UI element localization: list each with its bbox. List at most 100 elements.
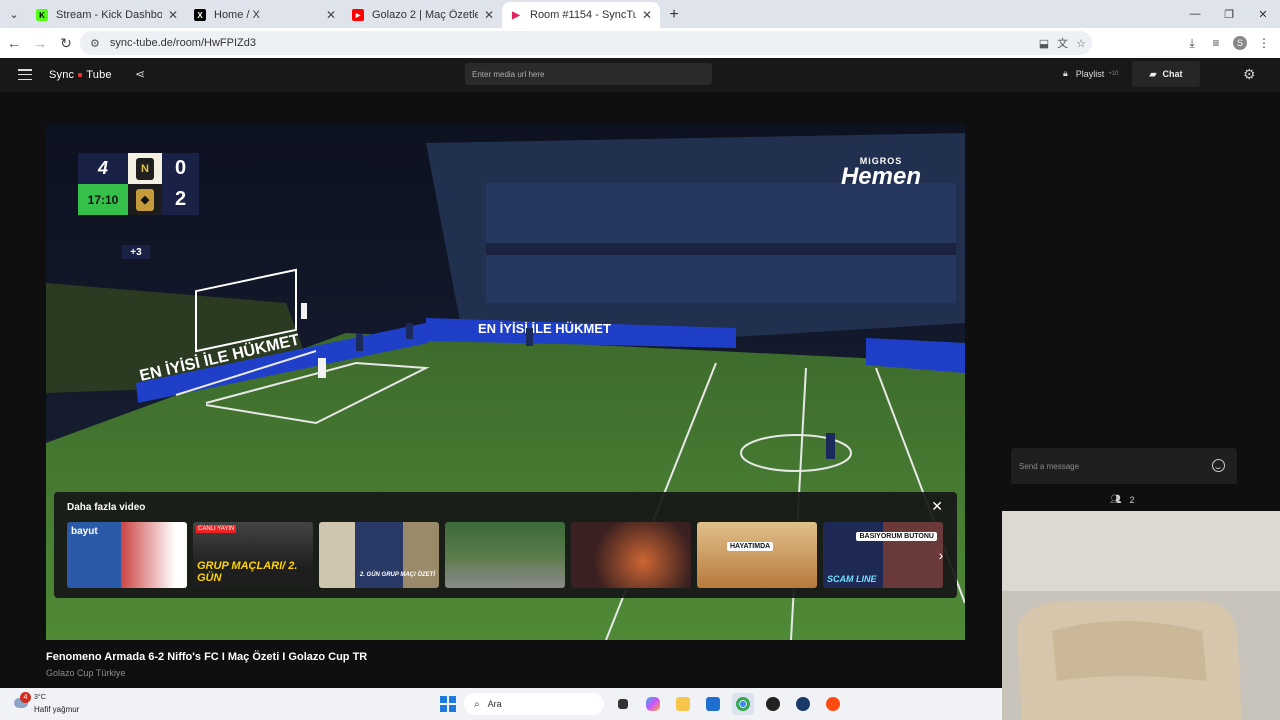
webcam-frame (1002, 511, 1280, 720)
away-team-mark: 4 (78, 153, 128, 184)
url-text[interactable]: sync-tube.de/room/HwFPIZd3 (110, 37, 256, 49)
browser-tab-synctube[interactable]: ▶ Room #1154 - SyncTube ✕ (502, 2, 660, 28)
browser-tab-x[interactable]: X Home / X ✕ (186, 2, 344, 28)
extra-time-badge: +3 (122, 245, 150, 259)
thumb-caption: GRUP MAÇLARI/ 2. GÜN (197, 560, 298, 584)
bookmark-star-icon[interactable]: ☆ (1076, 37, 1086, 50)
next-videos-chevron-icon[interactable]: › (933, 545, 949, 565)
windows-taskbar: 4 3°C Hafif yağmur ⌕ Ara (0, 688, 1002, 720)
copilot-icon[interactable] (642, 693, 664, 715)
chat-bubble-icon: ▰ (1149, 68, 1157, 79)
playlist-label: Playlist (1075, 68, 1105, 79)
video-thumbnail[interactable] (571, 522, 691, 588)
video-thumbnail[interactable]: 2. GÜN GRUP MAÇI ÖZETİ (319, 522, 439, 588)
match-clock: 17:10 (78, 184, 128, 215)
logo-right-text: Tube (86, 69, 112, 81)
browser-tab-strip: ⌄ K Stream - Kick Dashboard ✕ X Home / X… (0, 0, 1280, 28)
more-videos-list: bayut CANLI YAYIN GRUP MAÇLARI/ 2. GÜN 2… (67, 522, 943, 588)
maximize-icon[interactable]: ❐ (1212, 0, 1246, 28)
search-icon: ⌕ (474, 698, 480, 710)
video-thumbnail[interactable]: BASIYORUM BUTONU SCAM LINE (823, 522, 943, 588)
video-thumbnail[interactable]: HAYATIMDA (697, 522, 817, 588)
browser-tab-kick[interactable]: K Stream - Kick Dashboard ✕ (28, 2, 186, 28)
score-away: 2 (162, 184, 199, 215)
window-controls: — ❐ ✕ (1178, 0, 1280, 28)
home-crest: N (128, 153, 162, 184)
chat-message-input[interactable] (1011, 448, 1201, 484)
more-videos-panel: Daha fazla video ✕ bayut CANLI YAYIN GRU… (54, 492, 957, 598)
thumb-caption: bayut (71, 526, 98, 537)
close-tab-icon[interactable]: ✕ (484, 8, 494, 22)
back-icon[interactable]: ← (2, 31, 26, 55)
home-crest-icon: N (136, 157, 154, 180)
sponsor-logo: MiGROS Hemen (840, 156, 921, 190)
reload-icon[interactable]: ↻ (54, 31, 78, 55)
sponsor-line2: Hemen (840, 163, 921, 190)
logo-dot-icon (78, 72, 83, 77)
browser-menu-icon[interactable]: ⋮ (1252, 31, 1276, 55)
minimize-icon[interactable]: — (1178, 0, 1212, 28)
address-bar: ← → ↻ ⚙ sync-tube.de/room/HwFPIZd3 ⬓ 文 ☆… (0, 28, 1280, 58)
close-window-icon[interactable]: ✕ (1246, 0, 1280, 28)
store-icon[interactable] (702, 693, 724, 715)
more-videos-title: Daha fazla video (67, 502, 146, 513)
svg-text:EN İYİSİ İLE HÜKMET: EN İYİSİ İLE HÜKMET (478, 321, 611, 336)
video-title: Fenomeno Armada 6-2 Niffo's FC I Maç Öze… (46, 651, 368, 663)
reading-list-icon[interactable]: ≡ (1204, 31, 1228, 55)
logo-left-text: Sync (49, 69, 75, 81)
new-tab-button[interactable]: + (660, 2, 688, 28)
settings-gear-icon[interactable]: ⚙ (1243, 66, 1256, 83)
tab-title: Stream - Kick Dashboard (56, 9, 162, 21)
playlist-count-badge: +10 (1108, 70, 1119, 77)
video-thumbnail[interactable] (445, 522, 565, 588)
video-thumbnail[interactable]: CANLI YAYIN GRUP MAÇLARI/ 2. GÜN (193, 522, 313, 588)
downloads-icon[interactable]: ⤓ (1180, 31, 1204, 55)
omnibox[interactable]: ⚙ sync-tube.de/room/HwFPIZd3 ⬓ 文 ☆ (80, 31, 1092, 55)
ea-icon[interactable] (822, 693, 844, 715)
viewer-count[interactable]: 👥︎ 2 (1110, 494, 1134, 505)
chrome-icon[interactable] (732, 693, 754, 715)
install-app-icon[interactable]: ⬓ (1039, 37, 1049, 50)
synctube-logo[interactable]: Sync Tube (49, 69, 112, 81)
channel-name[interactable]: Golazo Cup Türkiye (46, 668, 125, 678)
tab-title: Home / X (214, 9, 260, 21)
video-player[interactable]: EN İYİSİ İLE HÜKMET EN İYİSİ İLE HÜKMET … (46, 123, 965, 640)
weather-condition-text: Hafif yağmur (34, 705, 80, 714)
browser-tab-youtube[interactable]: ▶ Golazo 2 | Maç Özetleri - YouTube ✕ (344, 2, 502, 28)
windows-start-icon[interactable] (440, 696, 456, 712)
profile-avatar[interactable]: S (1233, 36, 1247, 50)
share-icon[interactable]: ⋖ (135, 67, 145, 81)
site-info-icon[interactable]: ⚙ (90, 37, 100, 50)
close-tab-icon[interactable]: ✕ (168, 8, 178, 22)
obs-icon[interactable] (762, 693, 784, 715)
steam-icon[interactable] (792, 693, 814, 715)
taskbar-apps: ⌕ Ara (440, 693, 844, 715)
close-tab-icon[interactable]: ✕ (326, 8, 336, 22)
scoreboard: 4 17:10 N ◆ 0 2 +3 (78, 153, 199, 259)
x-favicon-icon: X (194, 9, 206, 21)
tab-title: Golazo 2 | Maç Özetleri - YouTube (372, 9, 478, 21)
kick-favicon-icon: K (36, 9, 48, 21)
close-panel-icon[interactable]: ✕ (931, 498, 943, 515)
lock-icon: 🔒︎ (1063, 68, 1068, 78)
thumb-caption: HAYATIMDA (727, 542, 774, 551)
users-icon: 👥︎ (1110, 494, 1122, 504)
viewer-count-value: 2 (1129, 494, 1135, 505)
search-label: Ara (487, 699, 502, 709)
thumb-caption: 2. GÜN GRUP MAÇI ÖZETİ (359, 572, 435, 578)
youtube-favicon-icon: ▶ (352, 9, 364, 21)
chat-tab-button[interactable]: ▰ Chat (1132, 61, 1200, 87)
media-url-input[interactable] (465, 63, 712, 85)
hamburger-menu-icon[interactable] (18, 69, 32, 80)
taskbar-search[interactable]: ⌕ Ara (464, 693, 604, 715)
video-thumbnail[interactable]: bayut (67, 522, 187, 588)
file-explorer-icon[interactable] (672, 693, 694, 715)
tab-title: Room #1154 - SyncTube (530, 9, 636, 21)
task-view-icon[interactable] (612, 693, 634, 715)
tab-search-dropdown-icon[interactable]: ⌄ (0, 0, 28, 28)
playlist-button[interactable]: 🔒︎ Playlist +10 (1063, 68, 1119, 79)
forward-icon[interactable]: → (28, 31, 52, 55)
translate-icon[interactable]: 文 (1057, 35, 1068, 51)
emoji-icon[interactable] (1212, 459, 1225, 472)
close-tab-icon[interactable]: ✕ (642, 8, 652, 22)
